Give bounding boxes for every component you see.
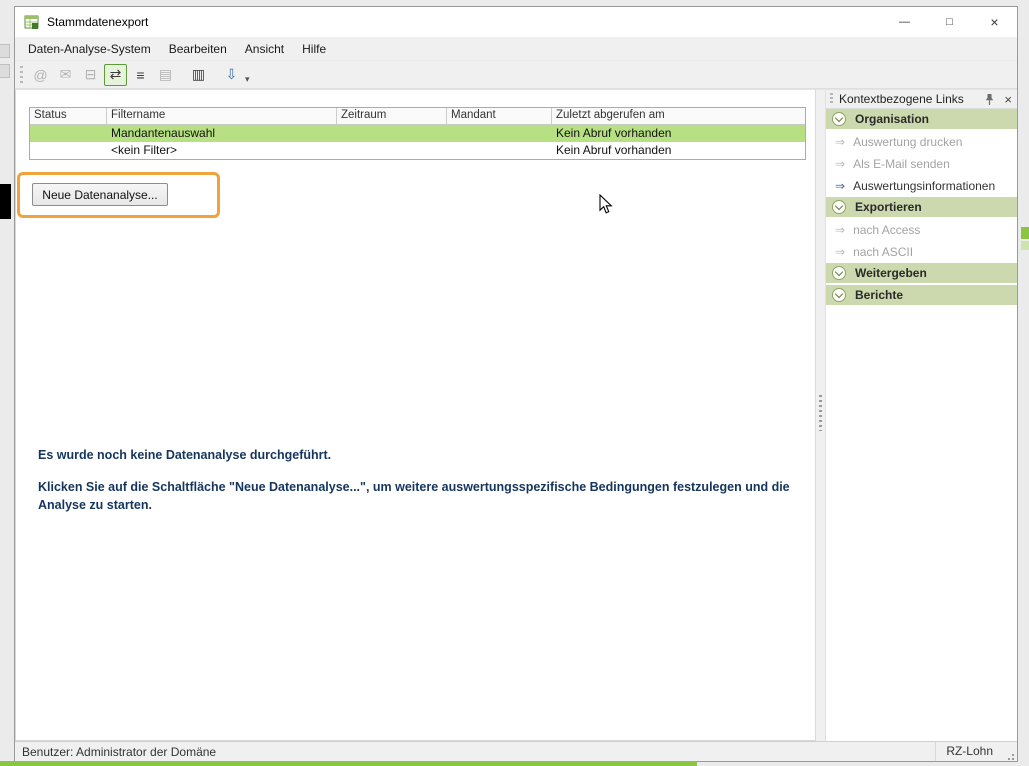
menu-ansicht[interactable]: Ansicht [236,37,293,61]
cell-filtername: Mandantenauswahl [107,125,337,142]
sidebar-item-nach-ascii: ⇒ nach ASCII [826,241,1017,263]
chevron-down-icon [832,266,846,280]
close-button[interactable]: × [972,7,1017,37]
context-links-sidebar: Kontextbezogene Links × Organisation [825,90,1017,741]
arrow-right-icon: ⇒ [835,223,845,237]
cell-status [30,125,107,142]
table-row-kein-filter[interactable]: <kein Filter> Kein Abruf vorhanden [30,142,805,159]
column-header-mandant[interactable]: Mandant [447,108,552,124]
column-header-zeitraum[interactable]: Zeitraum [337,108,447,124]
table-row-mandantenauswahl[interactable]: Mandantenauswahl Kein Abruf vorhanden [30,125,805,142]
sidebar-item-als-email-senden: ⇒ Als E-Mail senden [826,153,1017,175]
table-header-row: Status Filtername Zeitraum Mandant Zulet… [30,108,805,125]
cell-zuletzt-abgerufen: Kein Abruf vorhanden [552,142,807,159]
arrow-right-icon: ⇒ [835,135,845,149]
pin-icon[interactable] [984,93,995,106]
chevron-down-icon [832,200,846,214]
arrow-cursor [599,194,613,218]
sidebar-item-nach-access: ⇒ nach Access [826,219,1017,241]
sidebar-item-label: nach ASCII [853,245,913,259]
chevron-down-icon [832,112,846,126]
sidebar-item-auswertungsinformationen[interactable]: ⇒ Auswertungsinformationen [826,175,1017,197]
cell-zeitraum [337,125,447,142]
background-icon-fragment [0,44,10,58]
section-label: Exportieren [855,200,922,214]
window-title: Stammdatenexport [47,15,148,29]
filter-table: Status Filtername Zeitraum Mandant Zulet… [29,107,806,160]
app-window: Stammdatenexport — □ × Daten-Analyse-Sys… [14,6,1018,762]
title-bar[interactable]: Stammdatenexport — □ × [15,7,1017,37]
main-pane: Status Filtername Zeitraum Mandant Zulet… [15,90,816,741]
sidebar-item-label: Auswertung drucken [853,135,962,149]
sidebar-close-icon[interactable]: × [1004,93,1012,106]
toolbar-grip[interactable] [20,66,23,84]
column-header-filtername[interactable]: Filtername [107,108,337,124]
sort-icon[interactable]: ⇩ [220,64,243,86]
sidebar-item-label: nach Access [853,223,920,237]
report-icon[interactable]: ▥ [187,64,210,86]
status-user: Benutzer: Administrator der Domäne [15,745,216,759]
edge-green-mark [1021,241,1029,250]
minimize-button[interactable]: — [882,7,927,37]
cell-zeitraum [337,142,447,159]
content-area: Status Filtername Zeitraum Mandant Zulet… [15,89,1017,741]
cell-filtername: <kein Filter> [107,142,337,159]
sidebar-item-label: Als E-Mail senden [853,157,950,171]
at-mail-icon: @ [29,64,52,86]
cell-status [30,142,107,159]
sidebar-section-weitergeben[interactable]: Weitergeben [826,263,1017,285]
sidebar-header: Kontextbezogene Links × [826,90,1017,109]
maximize-button[interactable]: □ [927,7,972,37]
pane-splitter[interactable] [816,90,825,741]
arrow-right-icon: ⇒ [835,157,845,171]
card-view-icon: ▤ [154,64,177,86]
resize-grip-icon[interactable] [1003,749,1015,761]
column-header-status[interactable]: Status [30,108,107,124]
background-icon-fragment [0,64,10,78]
menu-daten-analyse-system[interactable]: Daten-Analyse-System [19,37,160,61]
sidebar-section-exportieren[interactable]: Exportieren [826,197,1017,219]
cell-mandant [447,142,552,159]
info-body: Klicken Sie auf die Schaltfläche "Neue D… [38,478,801,514]
sidebar-item-auswertung-drucken: ⇒ Auswertung drucken [826,131,1017,153]
list-view-icon[interactable]: ≡ [129,64,152,86]
cell-mandant [447,125,552,142]
cell-zuletzt-abgerufen: Kein Abruf vorhanden [552,125,807,142]
arrow-right-icon: ⇒ [835,245,845,259]
chevron-down-icon [832,288,846,302]
menu-hilfe[interactable]: Hilfe [293,37,335,61]
sidebar-section-organisation[interactable]: Organisation [826,109,1017,131]
sort-dropdown-arrow-icon[interactable]: ▾ [245,74,250,85]
annotation-black-mark [0,184,11,219]
arrow-right-icon: ⇒ [835,179,845,193]
app-icon [24,14,40,30]
splitter-grip-icon[interactable] [819,395,822,431]
menu-bar: Daten-Analyse-System Bearbeiten Ansicht … [15,37,1017,61]
new-data-analysis-button[interactable]: Neue Datenanalyse... [32,183,168,206]
section-label: Organisation [855,112,929,126]
column-header-zuletzt-abgerufen[interactable]: Zuletzt abgerufen am [552,108,807,124]
edge-green-mark [1021,227,1029,239]
sidebar-item-label: Auswertungsinformationen [853,179,995,193]
toolbar: @ ✉ ⊟ ⇄ ≡ ▤ ▥ ⇩ ▾ [15,61,1017,89]
info-heading: Es wurde noch keine Datenanalyse durchge… [38,448,331,462]
status-rz-lohn: RZ-Lohn [935,742,1003,761]
section-label: Berichte [855,288,903,302]
sidebar-grip-icon[interactable] [830,93,833,105]
screen: Stammdatenexport — □ × Daten-Analyse-Sys… [0,0,1029,766]
annotation-green-strip [0,761,697,766]
section-label: Weitergeben [855,266,927,280]
export-mail-icon: ✉ [54,64,77,86]
menu-bearbeiten[interactable]: Bearbeiten [160,37,236,61]
sidebar-section-berichte[interactable]: Berichte [826,285,1017,307]
sidebar-title: Kontextbezogene Links [839,92,964,106]
print-icon: ⊟ [79,64,102,86]
data-analysis-view-icon[interactable]: ⇄ [104,64,127,86]
status-bar: Benutzer: Administrator der Domäne RZ-Lo… [15,741,1017,761]
